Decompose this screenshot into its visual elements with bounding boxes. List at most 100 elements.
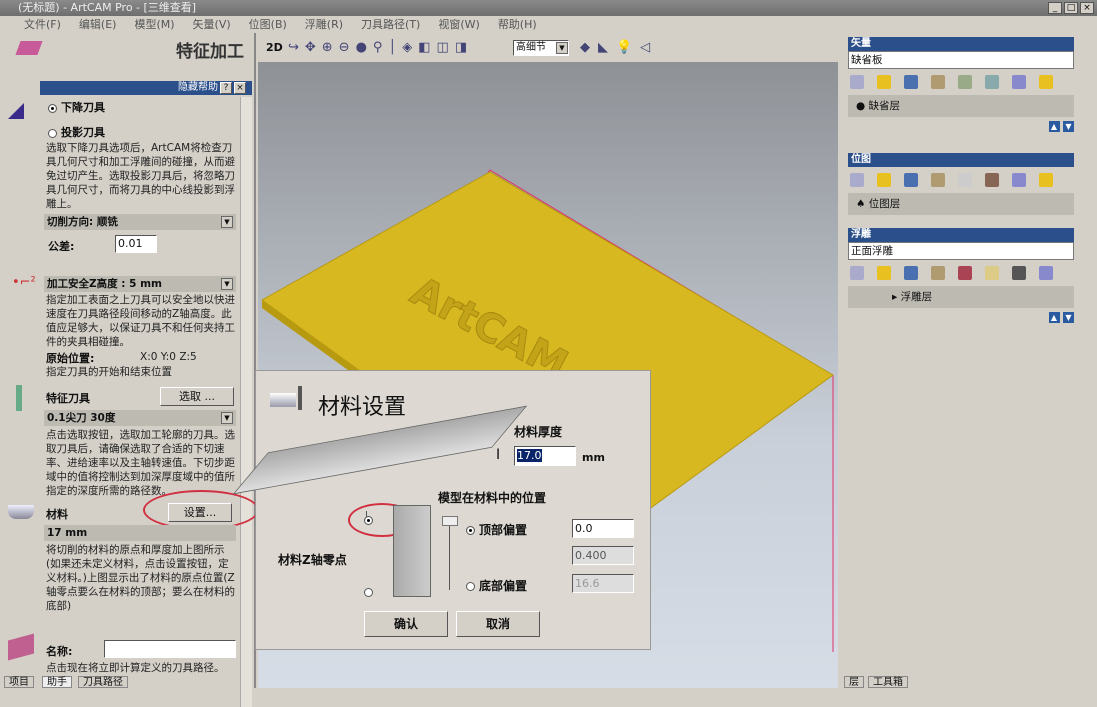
dropdown-arrow-icon: ▼ xyxy=(221,278,233,290)
cancel-button[interactable]: 取消 xyxy=(456,611,540,637)
safe-z-icon: •⌐² xyxy=(12,275,36,290)
vector-layer-item[interactable]: ● 缺省层 xyxy=(848,95,1074,117)
menu-toolpath[interactable]: 刀具路径(T) xyxy=(361,18,420,31)
light-icons[interactable]: ◆◣💡◁ xyxy=(580,40,658,55)
detail-select[interactable]: 高细节 ▼ xyxy=(513,40,569,56)
tool-icon xyxy=(8,97,24,119)
home-position-description: 指定刀具的开始和结束位置 xyxy=(46,366,172,378)
bitmap-layer-toolbar[interactable] xyxy=(848,167,1074,193)
drop-tool-label: 下降刀具 xyxy=(61,101,105,114)
bottom-offset-radio[interactable] xyxy=(466,582,475,591)
tool-select-description: 点击选取按钮，选取加工轮廓的刀具。选取刀具后，请确保选取了合适的下切速率、进给速… xyxy=(46,429,235,497)
scrollbar[interactable] xyxy=(240,97,252,707)
thickness-indicator-icon: I xyxy=(496,447,501,463)
vector-header: 矢量 xyxy=(848,37,1074,51)
bitmap-layer-item[interactable]: ♠ 位图层 xyxy=(848,193,1074,215)
ok-button[interactable]: 确认 xyxy=(364,611,448,637)
tab-toolpaths[interactable]: 刀具路径 xyxy=(78,676,128,688)
name-input[interactable] xyxy=(104,640,236,658)
safe-z-select[interactable]: 加工安全Z高度 : 5 mm ▼ xyxy=(44,276,236,292)
material-block-illustration xyxy=(393,505,431,597)
dialog-title: 材料设置 xyxy=(318,395,407,420)
zero-bottom-radio[interactable] xyxy=(364,588,373,597)
unit-label: mm xyxy=(582,451,605,464)
left-panel: 特征加工 隐藏帮助 ? × 下降刀具 投影刀具 选取下降刀具选项后，ArtCAM… xyxy=(0,33,259,707)
bitmap-header: 位图 xyxy=(848,153,1074,167)
top-offset-label: 顶部偏置 xyxy=(479,523,528,537)
relief-header: 浮雕 xyxy=(848,228,1074,242)
panel-title: 特征加工 xyxy=(176,42,244,62)
model-position-label: 模型在材料中的位置 xyxy=(438,491,547,505)
bitmap-section: 位图 ♠ 位图层 xyxy=(848,153,1074,215)
tab-project[interactable]: 项目 xyxy=(4,676,34,688)
menu-relief[interactable]: 浮雕(R) xyxy=(305,18,343,31)
minimize-button[interactable]: _ xyxy=(1048,2,1062,14)
window-title: (无标题) - ArtCAM Pro - [三维查看] xyxy=(18,1,197,14)
hide-help-link[interactable]: 隐藏帮助 xyxy=(178,82,218,93)
tolerance-input[interactable]: 0.01 xyxy=(115,235,157,253)
offset-slider-track[interactable] xyxy=(449,526,450,590)
bottom-offset-input: 16.6 xyxy=(572,574,634,593)
toolpath-icon xyxy=(8,633,34,661)
title-bar: (无标题) - ArtCAM Pro - [三维查看] xyxy=(0,0,1097,16)
view-tool-icons[interactable]: ↪✥⊕⊖●⚲│◈◧◫◨ xyxy=(288,40,473,55)
safe-z-description: 指定加工表面之上刀具可以安全地以快进速度在刀具路径段间移动的Z轴高度。此值应足够… xyxy=(46,294,235,348)
close-button[interactable]: × xyxy=(1080,2,1094,14)
relief-section: 浮雕 正面浮雕 ▸ 浮雕层 ▲ ▼ xyxy=(848,228,1074,323)
feature-tool-label: 特征刀具 xyxy=(46,392,90,405)
relief-layer-item[interactable]: ▸ 浮雕层 xyxy=(848,286,1074,308)
2d-view-button[interactable]: 2D xyxy=(266,41,283,54)
tolerance-label: 公差: xyxy=(48,240,75,253)
feature-machining-icon xyxy=(15,41,43,55)
vector-sheet-select[interactable]: 缺省板 xyxy=(848,51,1074,69)
close-help-icon[interactable]: × xyxy=(234,82,246,94)
calculate-description: 点击现在将立即计算定义的刀具路径。 xyxy=(46,662,225,674)
bottom-offset-label: 底部偏置 xyxy=(479,579,528,593)
material-description: 将切削的材料的原点和厚度加上图所示(如果还未定义材料，点击设置按钮，定义材料。)… xyxy=(46,544,235,612)
tool-select[interactable]: 0.1尖刀 30度 ▼ xyxy=(44,410,236,426)
move-up-icon[interactable]: ▲ xyxy=(1048,121,1060,132)
drop-tool-radio[interactable] xyxy=(48,103,57,113)
relief-select[interactable]: 正面浮雕 xyxy=(848,242,1074,260)
tab-assistant[interactable]: 助手 xyxy=(42,676,72,688)
relief-layer-toolbar[interactable] xyxy=(848,260,1074,286)
thickness-input[interactable]: 17.0 xyxy=(514,446,576,466)
menu-help[interactable]: 帮助(H) xyxy=(498,18,537,31)
offset-value-field: 0.400 xyxy=(572,546,634,565)
home-position-value: X:0 Y:0 Z:5 xyxy=(140,351,197,363)
vector-section: 矢量 缺省板 ● 缺省层 ▲ ▼ xyxy=(848,37,1074,132)
menu-window[interactable]: 视窗(W) xyxy=(438,18,479,31)
menu-model[interactable]: 模型(M) xyxy=(134,18,174,31)
menu-vector[interactable]: 矢量(V) xyxy=(193,18,231,31)
top-offset-input[interactable]: 0.0 xyxy=(572,519,634,538)
menu-bar: 文件(F) 编辑(E) 模型(M) 矢量(V) 位图(B) 浮雕(R) 刀具路径(T) 视窗(… xyxy=(0,16,1097,33)
offset-slider-handle[interactable] xyxy=(442,516,458,526)
dropdown-arrow-icon: ▼ xyxy=(221,216,233,228)
move-down-icon[interactable]: ▼ xyxy=(1063,312,1074,323)
menu-bitmap[interactable]: 位图(B) xyxy=(249,18,287,31)
tab-layers[interactable]: 层 xyxy=(844,676,864,688)
material-icon xyxy=(8,505,34,519)
top-offset-radio[interactable] xyxy=(466,526,475,535)
tab-toolbox[interactable]: 工具箱 xyxy=(868,676,908,688)
project-tool-radio[interactable] xyxy=(48,128,57,138)
menu-file[interactable]: 文件(F) xyxy=(24,18,61,31)
vector-layer-toolbar[interactable] xyxy=(848,69,1074,95)
material-icon xyxy=(270,393,296,407)
cut-direction-select[interactable]: 切削方向: 顺铣 ▼ xyxy=(44,214,236,230)
menu-edit[interactable]: 编辑(E) xyxy=(79,18,117,31)
project-tool-label: 投影刀具 xyxy=(61,126,105,139)
help-icon[interactable]: ? xyxy=(220,82,232,94)
maximize-button[interactable]: □ xyxy=(1064,2,1078,14)
move-up-icon[interactable]: ▲ xyxy=(1048,312,1060,323)
dropdown-arrow-icon: ▼ xyxy=(221,412,233,424)
select-tool-button[interactable]: 选取 ... xyxy=(160,387,234,406)
feature-tool-icon xyxy=(16,385,22,411)
highlight-circle xyxy=(143,490,259,530)
thickness-label: 材料厚度 xyxy=(514,425,563,439)
move-down-icon[interactable]: ▼ xyxy=(1063,121,1074,132)
right-panel: 矢量 缺省板 ● 缺省层 ▲ ▼ 位图 ♠ 位图层 浮雕 正面浮雕 ▸ 浮雕层 … xyxy=(840,33,1097,688)
material-setup-dialog: 材料设置 材料厚度 I 17.0 mm 模型在材料中的位置 材料Z轴零点 顶部偏… xyxy=(232,370,651,650)
dropdown-arrow-icon: ▼ xyxy=(556,42,568,54)
z-zero-label: 材料Z轴零点 xyxy=(278,553,347,567)
